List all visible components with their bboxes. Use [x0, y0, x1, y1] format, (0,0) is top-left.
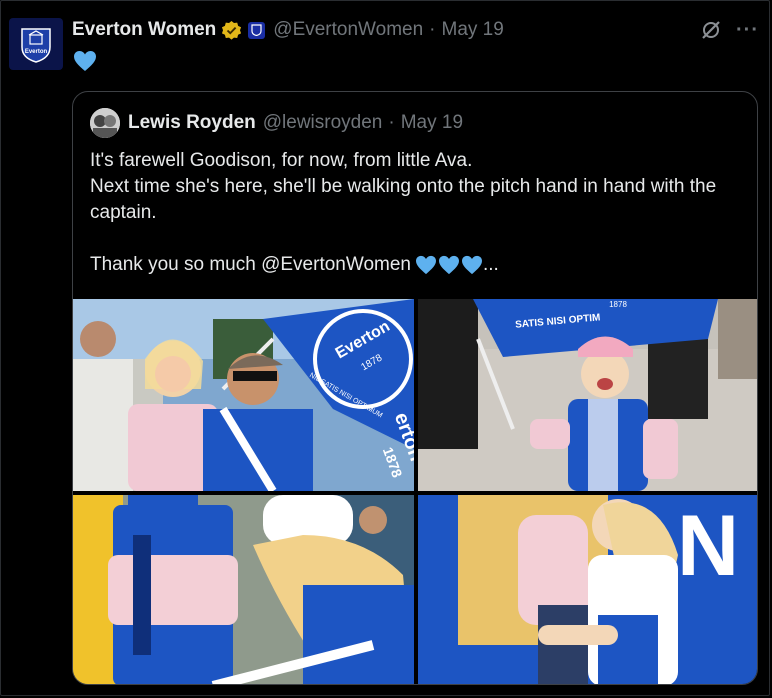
- photo-2[interactable]: SATIS NISI OPTIM 1878: [418, 299, 757, 491]
- author-name[interactable]: Everton Women: [72, 19, 216, 41]
- quoted-author-name[interactable]: Lewis Royden: [128, 112, 256, 134]
- quoted-separator-dot: ·: [388, 112, 395, 133]
- verified-gold-icon[interactable]: [221, 20, 242, 41]
- blue-heart-icon: [438, 255, 459, 275]
- quoted-date[interactable]: May 19: [401, 112, 463, 134]
- quoted-hearts: [415, 255, 483, 275]
- quoted-line-2: Next time she's here, she'll be walking …: [90, 176, 717, 223]
- everton-crest-icon: Everton: [21, 28, 51, 63]
- quoted-post[interactable]: Lewis Royden @lewisroyden · May 19 It's …: [72, 91, 758, 685]
- post-header: Everton Women @EvertonWomen · May 19: [72, 18, 504, 42]
- author-handle[interactable]: @EvertonWomen: [273, 19, 423, 41]
- quoted-line-3: Thank you so much @EvertonWomen ...: [90, 252, 750, 278]
- affiliation-badge-icon[interactable]: [248, 21, 266, 39]
- quoted-ellipsis: ...: [482, 254, 499, 275]
- avatar-crest-text: Everton: [25, 49, 48, 55]
- blue-heart-icon: [415, 255, 436, 275]
- quoted-thanks-text: Thank you so much @EvertonWomen: [90, 254, 411, 275]
- photo-4-sign-letter: N: [677, 498, 739, 594]
- photo-2-flag-year: 1878: [609, 300, 627, 309]
- author-avatar[interactable]: Everton: [9, 18, 63, 70]
- blue-heart-icon: [461, 255, 482, 275]
- grok-icon[interactable]: [700, 19, 722, 46]
- quoted-author-avatar[interactable]: [90, 108, 120, 138]
- post-body-blue-heart-icon: [73, 50, 97, 77]
- quoted-text: It's farewell Goodison, for now, from li…: [90, 148, 750, 278]
- photo-4[interactable]: N: [418, 495, 757, 684]
- photo-1[interactable]: Everton 1878 NIL SATIS NISI OPTIMUM erto…: [73, 299, 414, 491]
- more-options-icon[interactable]: ···: [736, 19, 759, 42]
- media-grid: Everton 1878 NIL SATIS NISI OPTIMUM erto…: [73, 299, 757, 684]
- quoted-line-1: It's farewell Goodison, for now, from li…: [90, 150, 473, 171]
- quoted-header: Lewis Royden @lewisroyden · May 19: [90, 108, 463, 138]
- post-date[interactable]: May 19: [442, 19, 504, 41]
- photo-3[interactable]: [73, 495, 414, 684]
- separator-dot: ·: [429, 19, 436, 40]
- quoted-author-handle[interactable]: @lewisroyden: [263, 112, 383, 134]
